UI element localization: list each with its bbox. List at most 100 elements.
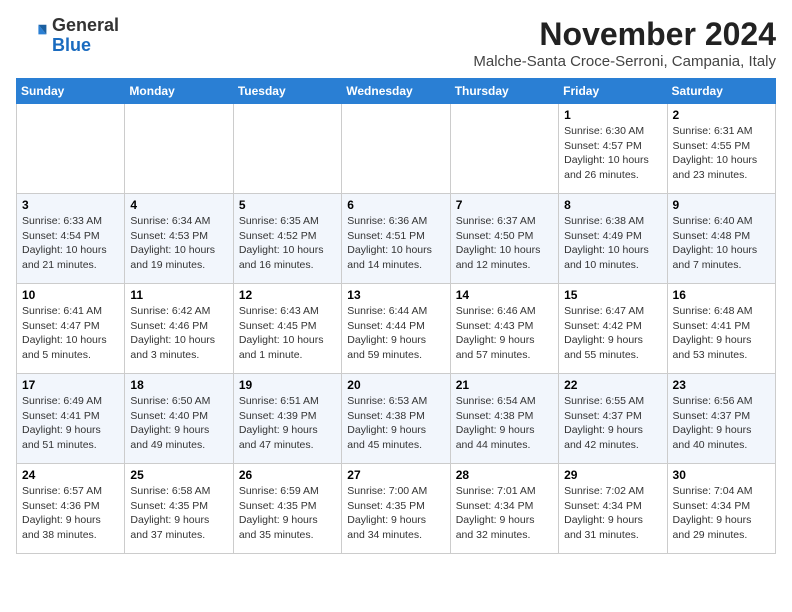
calendar-day: 22 Sunrise: 6:55 AMSunset: 4:37 PMDayligh… <box>559 374 667 464</box>
day-number: 25 <box>130 468 227 482</box>
day-number: 24 <box>22 468 119 482</box>
day-number: 16 <box>673 288 770 302</box>
calendar-day: 17 Sunrise: 6:49 AMSunset: 4:41 PMDayligh… <box>17 374 125 464</box>
logo-general: General <box>52 15 119 35</box>
day-number: 19 <box>239 378 336 392</box>
day-number: 1 <box>564 108 661 122</box>
day-number: 4 <box>130 198 227 212</box>
calendar-day: 19 Sunrise: 6:51 AMSunset: 4:39 PMDayligh… <box>233 374 341 464</box>
day-number: 28 <box>456 468 553 482</box>
calendar-day: 9 Sunrise: 6:40 AMSunset: 4:48 PMDaylight… <box>667 194 775 284</box>
logo: General Blue <box>16 16 119 56</box>
day-info: Sunrise: 7:01 AMSunset: 4:34 PMDaylight:… <box>456 484 553 543</box>
day-info: Sunrise: 6:46 AMSunset: 4:43 PMDaylight:… <box>456 304 553 363</box>
calendar-day: 29Sunrise: 7:02 AMSunset: 4:34 PMDayligh… <box>559 464 667 554</box>
calendar-day: 18 Sunrise: 6:50 AMSunset: 4:40 PMDayligh… <box>125 374 233 464</box>
calendar-day: 1 Sunrise: 6:30 AMSunset: 4:57 PMDaylight… <box>559 104 667 194</box>
day-info: Sunrise: 6:47 AMSunset: 4:42 PMDaylight:… <box>564 304 661 363</box>
calendar-day: 23Sunrise: 6:56 AMSunset: 4:37 PMDayligh… <box>667 374 775 464</box>
calendar-day: 12 Sunrise: 6:43 AMSunset: 4:45 PMDayligh… <box>233 284 341 374</box>
day-info: Sunrise: 6:50 AMSunset: 4:40 PMDaylight:… <box>130 394 227 453</box>
day-info: Sunrise: 6:48 AMSunset: 4:41 PMDaylight:… <box>673 304 770 363</box>
day-number: 3 <box>22 198 119 212</box>
day-info: Sunrise: 6:44 AMSunset: 4:44 PMDaylight:… <box>347 304 444 363</box>
calendar-day: 8 Sunrise: 6:38 AMSunset: 4:49 PMDaylight… <box>559 194 667 284</box>
day-info: Sunrise: 6:35 AMSunset: 4:52 PMDaylight:… <box>239 214 336 273</box>
month-title: November 2024 <box>473 16 776 53</box>
day-number: 18 <box>130 378 227 392</box>
day-info: Sunrise: 6:38 AMSunset: 4:49 PMDaylight:… <box>564 214 661 273</box>
calendar-day: 11 Sunrise: 6:42 AMSunset: 4:46 PMDayligh… <box>125 284 233 374</box>
calendar-day <box>17 104 125 194</box>
day-info: Sunrise: 6:57 AMSunset: 4:36 PMDaylight:… <box>22 484 119 543</box>
day-info: Sunrise: 7:00 AMSunset: 4:35 PMDaylight:… <box>347 484 444 543</box>
title-area: November 2024 Malche-Santa Croce-Serroni… <box>473 16 776 70</box>
calendar-header-row: SundayMondayTuesdayWednesdayThursdayFrid… <box>17 79 776 104</box>
calendar-day: 20 Sunrise: 6:53 AMSunset: 4:38 PMDayligh… <box>342 374 450 464</box>
day-number: 2 <box>673 108 770 122</box>
day-info: Sunrise: 6:37 AMSunset: 4:50 PMDaylight:… <box>456 214 553 273</box>
day-number: 30 <box>673 468 770 482</box>
calendar-day <box>125 104 233 194</box>
calendar-day: 5 Sunrise: 6:35 AMSunset: 4:52 PMDaylight… <box>233 194 341 284</box>
day-number: 8 <box>564 198 661 212</box>
day-info: Sunrise: 6:40 AMSunset: 4:48 PMDaylight:… <box>673 214 770 273</box>
calendar-day: 13 Sunrise: 6:44 AMSunset: 4:44 PMDayligh… <box>342 284 450 374</box>
day-number: 12 <box>239 288 336 302</box>
calendar-day: 7 Sunrise: 6:37 AMSunset: 4:50 PMDaylight… <box>450 194 558 284</box>
day-info: Sunrise: 6:55 AMSunset: 4:37 PMDaylight:… <box>564 394 661 453</box>
calendar-day <box>450 104 558 194</box>
calendar-day: 30 Sunrise: 7:04 AMSunset: 4:34 PMDayligh… <box>667 464 775 554</box>
calendar-week-3: 10Sunrise: 6:41 AMSunset: 4:47 PMDayligh… <box>17 284 776 374</box>
day-number: 22 <box>564 378 661 392</box>
day-info: Sunrise: 6:54 AMSunset: 4:38 PMDaylight:… <box>456 394 553 453</box>
day-number: 21 <box>456 378 553 392</box>
calendar-day: 16 Sunrise: 6:48 AMSunset: 4:41 PMDayligh… <box>667 284 775 374</box>
header-monday: Monday <box>125 79 233 104</box>
calendar-day <box>233 104 341 194</box>
day-info: Sunrise: 6:49 AMSunset: 4:41 PMDaylight:… <box>22 394 119 453</box>
calendar-table: SundayMondayTuesdayWednesdayThursdayFrid… <box>16 78 776 554</box>
day-number: 29 <box>564 468 661 482</box>
calendar-day: 21 Sunrise: 6:54 AMSunset: 4:38 PMDayligh… <box>450 374 558 464</box>
calendar-day: 3Sunrise: 6:33 AMSunset: 4:54 PMDaylight… <box>17 194 125 284</box>
day-info: Sunrise: 6:34 AMSunset: 4:53 PMDaylight:… <box>130 214 227 273</box>
day-number: 27 <box>347 468 444 482</box>
day-number: 17 <box>22 378 119 392</box>
day-info: Sunrise: 7:04 AMSunset: 4:34 PMDaylight:… <box>673 484 770 543</box>
calendar-day: 2 Sunrise: 6:31 AMSunset: 4:55 PMDaylight… <box>667 104 775 194</box>
day-info: Sunrise: 6:43 AMSunset: 4:45 PMDaylight:… <box>239 304 336 363</box>
logo-icon <box>16 20 48 52</box>
location-subtitle: Malche-Santa Croce-Serroni, Campania, It… <box>473 53 776 70</box>
day-info: Sunrise: 6:30 AMSunset: 4:57 PMDaylight:… <box>564 124 661 183</box>
calendar-day: 25 Sunrise: 6:58 AMSunset: 4:35 PMDayligh… <box>125 464 233 554</box>
calendar-day: 24 Sunrise: 6:57 AMSunset: 4:36 PMDayligh… <box>17 464 125 554</box>
day-info: Sunrise: 6:58 AMSunset: 4:35 PMDaylight:… <box>130 484 227 543</box>
page-header: General Blue November 2024 Malche-Santa … <box>16 16 776 70</box>
day-info: Sunrise: 6:59 AMSunset: 4:35 PMDaylight:… <box>239 484 336 543</box>
calendar-week-4: 17 Sunrise: 6:49 AMSunset: 4:41 PMDayligh… <box>17 374 776 464</box>
header-tuesday: Tuesday <box>233 79 341 104</box>
logo-text: General Blue <box>52 16 119 56</box>
day-number: 5 <box>239 198 336 212</box>
day-number: 11 <box>130 288 227 302</box>
day-number: 9 <box>673 198 770 212</box>
day-info: Sunrise: 6:53 AMSunset: 4:38 PMDaylight:… <box>347 394 444 453</box>
calendar-day: 14Sunrise: 6:46 AMSunset: 4:43 PMDayligh… <box>450 284 558 374</box>
day-number: 6 <box>347 198 444 212</box>
calendar-day: 4 Sunrise: 6:34 AMSunset: 4:53 PMDaylight… <box>125 194 233 284</box>
header-sunday: Sunday <box>17 79 125 104</box>
day-number: 20 <box>347 378 444 392</box>
calendar-week-2: 3Sunrise: 6:33 AMSunset: 4:54 PMDaylight… <box>17 194 776 284</box>
day-info: Sunrise: 6:51 AMSunset: 4:39 PMDaylight:… <box>239 394 336 453</box>
day-number: 7 <box>456 198 553 212</box>
day-info: Sunrise: 6:42 AMSunset: 4:46 PMDaylight:… <box>130 304 227 363</box>
day-number: 10 <box>22 288 119 302</box>
day-number: 13 <box>347 288 444 302</box>
day-number: 15 <box>564 288 661 302</box>
header-thursday: Thursday <box>450 79 558 104</box>
day-info: Sunrise: 6:31 AMSunset: 4:55 PMDaylight:… <box>673 124 770 183</box>
day-info: Sunrise: 6:36 AMSunset: 4:51 PMDaylight:… <box>347 214 444 273</box>
day-number: 23 <box>673 378 770 392</box>
calendar-day: 6 Sunrise: 6:36 AMSunset: 4:51 PMDaylight… <box>342 194 450 284</box>
